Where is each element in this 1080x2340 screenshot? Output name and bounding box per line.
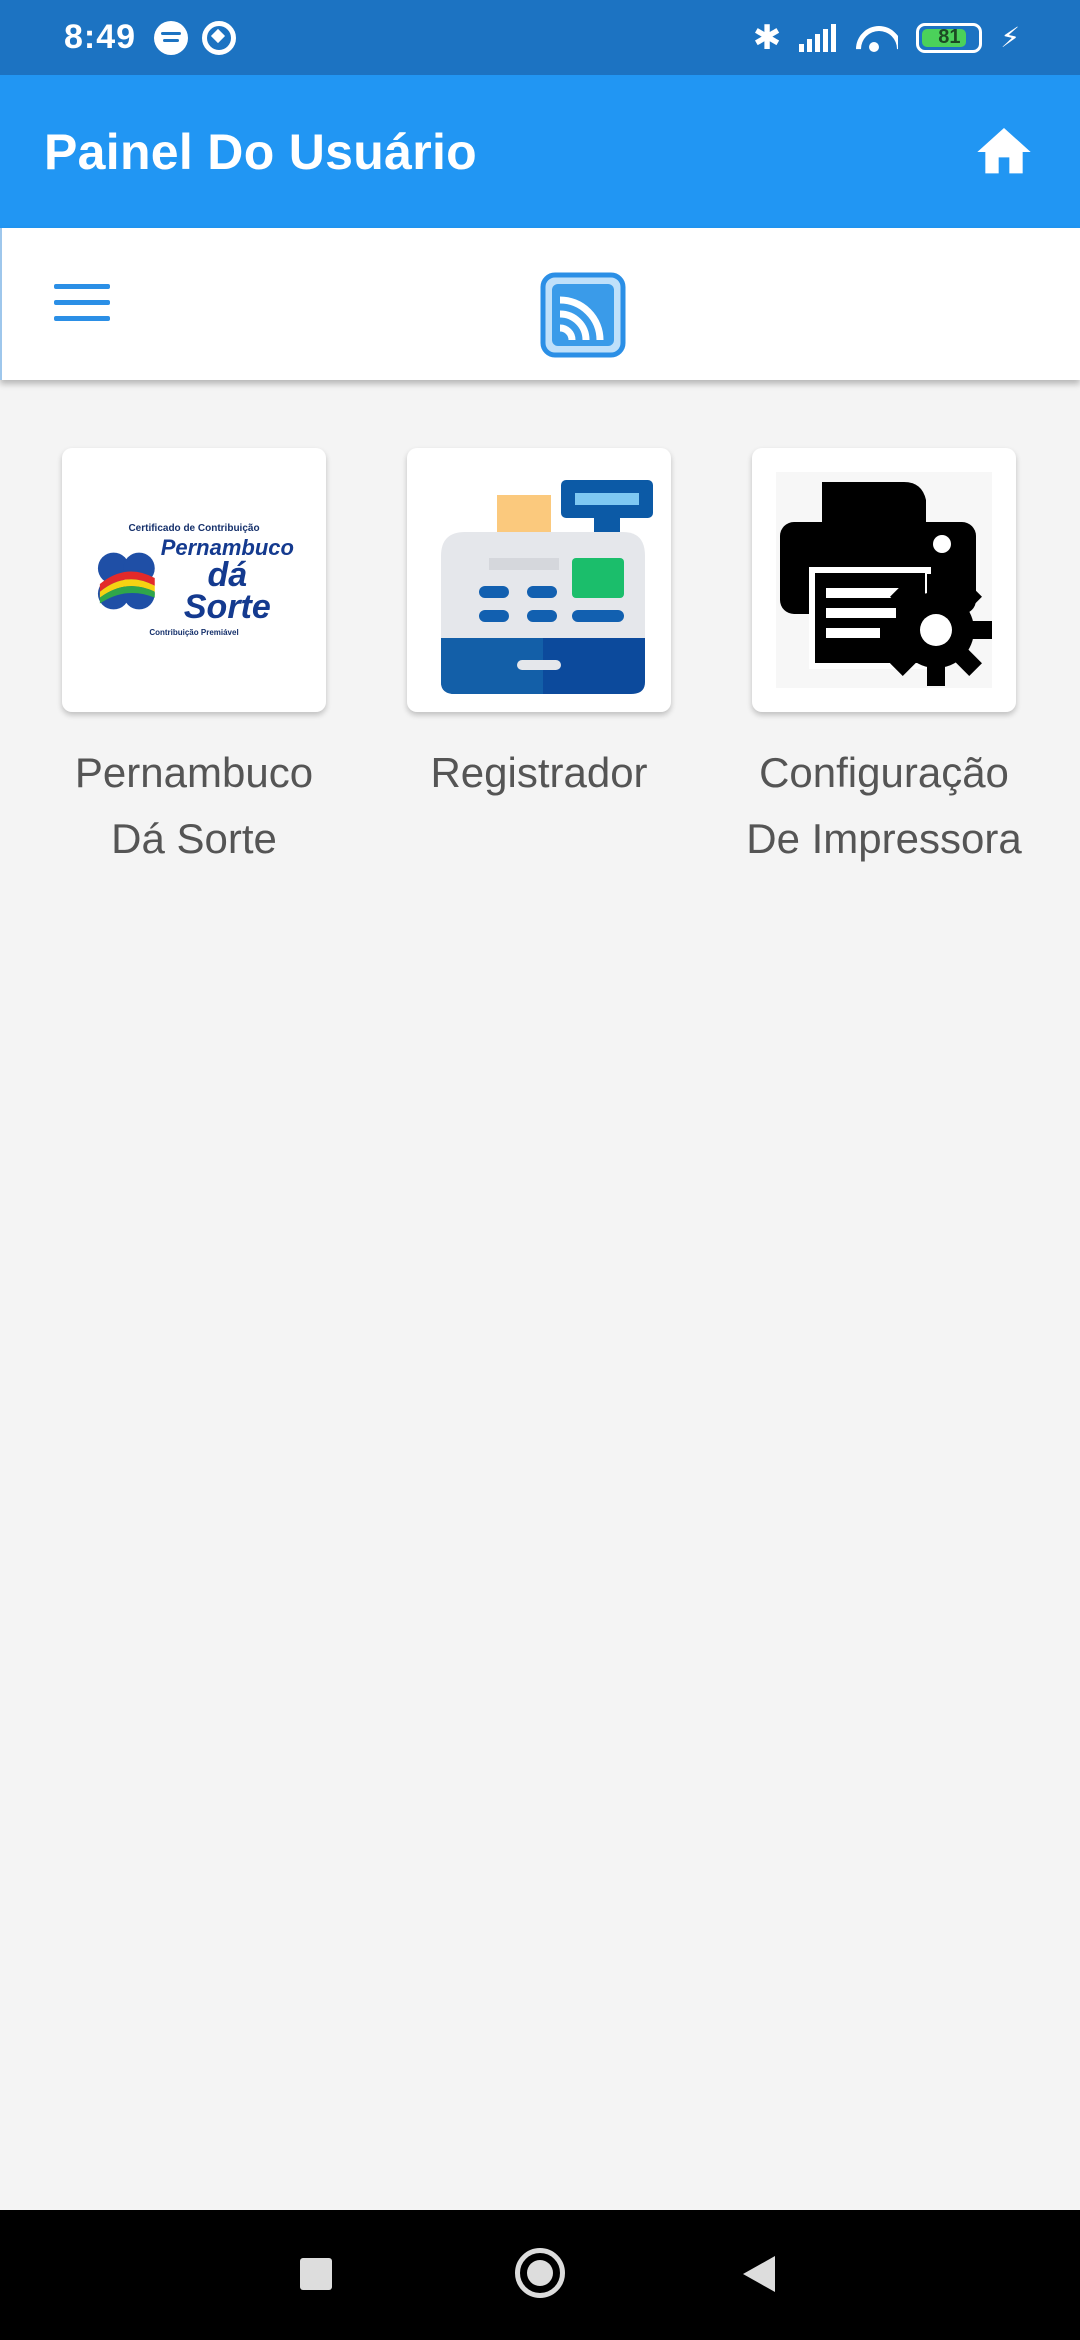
wifi-icon [854, 22, 898, 54]
home-icon [977, 127, 1031, 173]
battery-level: 81 [938, 26, 961, 48]
logo-cert-text: Certificado de Contribuição [128, 523, 260, 535]
cash-register-icon [441, 480, 653, 694]
tile-label: Pernambuco Dá Sorte [74, 749, 314, 862]
status-time: 8:49 [64, 18, 137, 56]
charging-icon: ⚡ [1000, 22, 1020, 53]
app-bar: Painel Do Usuário [0, 75, 1080, 228]
tile-card[interactable] [407, 448, 671, 712]
logo-sub-text: Contribuição Premiável [149, 627, 239, 637]
tile-pernambuco-da-sorte[interactable]: Certificado de Contribuição Pernambuco d… [62, 448, 326, 872]
menu-icon-bar [54, 316, 110, 321]
home-button[interactable] [972, 120, 1036, 184]
tile-configuracao-impressora[interactable]: Configuração De Impressora [746, 448, 1022, 872]
home-nav-button[interactable] [515, 2248, 565, 2298]
flower-logo-icon [97, 552, 155, 610]
bluetooth-icon: ✱ [752, 18, 782, 57]
system-icons: ✱ 81 ⚡ [753, 21, 1020, 55]
tile-registrador[interactable]: Registrador [407, 448, 671, 806]
tile-card[interactable] [752, 448, 1016, 712]
logo-wordmark: Pernambuco dá Sorte [161, 537, 294, 627]
toolbar [0, 228, 1080, 380]
page-title: Painel Do Usuário [44, 123, 477, 180]
back-button[interactable] [743, 2256, 775, 2292]
pernambuco-da-sorte-logo: Certificado de Contribuição Pernambuco d… [94, 523, 294, 637]
menu-button[interactable] [54, 284, 110, 324]
logo-line2: dá Sorte [183, 556, 271, 627]
status-bar: 8:49 ✱ 81 ⚡ [0, 0, 1080, 75]
navigation-bar [0, 2210, 1080, 2340]
menu-icon-bar [54, 284, 110, 289]
printer-settings-icon [776, 472, 992, 688]
battery-icon: 81 [916, 22, 983, 53]
spotify-icon [154, 20, 189, 55]
sync-icon [202, 20, 237, 55]
app-logo-icon [540, 272, 626, 358]
tile-label: Registrador [430, 749, 648, 796]
notification-icons [154, 20, 237, 55]
menu-icon-bar [54, 300, 110, 305]
tile-label: Configuração De Impressora [746, 749, 1022, 862]
signal-icon [799, 23, 837, 52]
tile-card[interactable]: Certificado de Contribuição Pernambuco d… [62, 448, 326, 712]
recent-apps-button[interactable] [300, 2258, 332, 2290]
